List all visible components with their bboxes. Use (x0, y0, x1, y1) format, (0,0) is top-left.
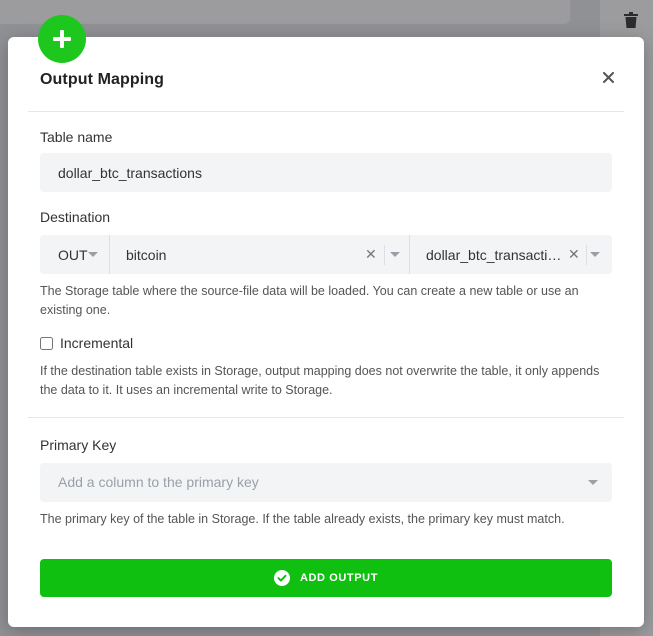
incremental-checkbox[interactable] (40, 336, 53, 350)
table-value: dollar_btc_transactio… (426, 246, 566, 263)
incremental-checkbox-row[interactable]: Incremental (40, 335, 133, 351)
chevron-down-icon (390, 252, 400, 257)
plus-icon (38, 15, 86, 63)
incremental-help: If the destination table exists in Stora… (40, 364, 600, 397)
select-divider (586, 245, 587, 265)
chevron-down-icon (588, 480, 598, 485)
stage-value: OUT (58, 246, 88, 263)
chevron-down-icon (590, 252, 600, 257)
primary-key-help: The primary key of the table in Storage.… (40, 512, 565, 526)
clear-icon[interactable]: ✕ (365, 247, 377, 261)
stage-select[interactable]: OUT (40, 235, 110, 274)
section-divider (28, 417, 624, 418)
modal-title: Output Mapping (40, 71, 165, 88)
table-select[interactable]: dollar_btc_transactio… ✕ (410, 235, 612, 274)
table-name-input[interactable] (40, 153, 612, 192)
destination-selector: OUT bitcoin ✕ dollar_btc_transactio… ✕ (40, 235, 612, 274)
clear-icon[interactable]: ✕ (568, 247, 580, 261)
select-divider (384, 245, 385, 265)
bucket-select[interactable]: bitcoin ✕ (110, 235, 410, 274)
bucket-value: bitcoin (126, 246, 167, 263)
destination-label: Destination (40, 209, 111, 225)
add-output-button[interactable]: ADD OUTPUT (40, 559, 612, 597)
destination-help: The Storage table where the source-file … (40, 284, 579, 317)
check-circle-icon (273, 570, 290, 586)
table-name-label: Table name (40, 129, 113, 145)
add-output-label: ADD OUTPUT (299, 572, 379, 584)
chevron-down-icon (88, 252, 98, 257)
primary-key-select[interactable]: Add a column to the primary key (40, 463, 612, 502)
incremental-label: Incremental (60, 335, 134, 351)
header-divider (28, 111, 624, 112)
output-mapping-modal: Output Mapping Table name Destination OU… (8, 15, 644, 627)
primary-key-placeholder: Add a column to the primary key (58, 474, 259, 490)
close-icon[interactable] (600, 69, 616, 85)
primary-key-label: Primary Key (40, 437, 117, 453)
